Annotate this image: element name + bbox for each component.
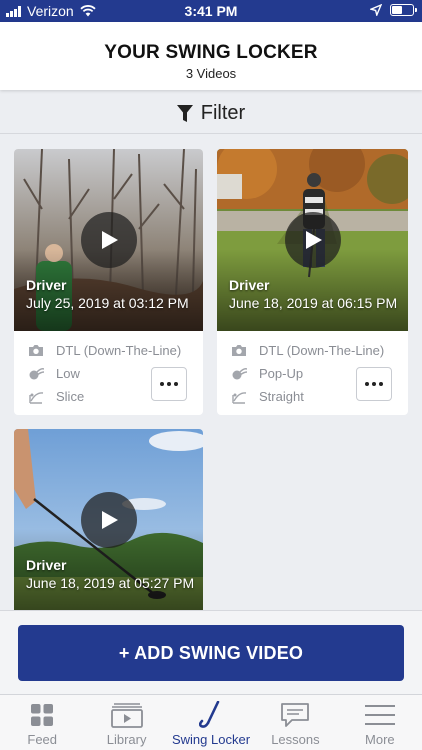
menu-icon (364, 700, 396, 730)
tab-lessons[interactable]: Lessons (253, 695, 337, 750)
library-icon (110, 700, 143, 730)
club-name: Driver (26, 277, 67, 293)
filter-label: Filter (200, 102, 246, 124)
tab-label: More (365, 732, 395, 747)
chat-icon (280, 700, 310, 730)
play-icon (101, 231, 118, 249)
status-bar: Verizon 3:41 PM (0, 0, 422, 22)
tab-library[interactable]: Library (84, 695, 168, 750)
more-options-button[interactable] (356, 367, 392, 401)
play-button[interactable] (80, 212, 137, 268)
video-date: July 25, 2019 at 03:12 PM (26, 295, 189, 311)
play-button[interactable] (80, 492, 137, 548)
camera-icon (28, 344, 44, 358)
page-title: YOUR SWING LOCKER (104, 42, 318, 63)
video-date: June 18, 2019 at 06:15 PM (229, 295, 398, 311)
more-options-button[interactable] (151, 367, 187, 401)
location-arrow-icon (370, 4, 382, 16)
play-button[interactable] (284, 212, 341, 268)
tab-label: Library (106, 732, 147, 747)
shot-shape-row: Straight (231, 389, 304, 404)
camera-view-row: DTL (Down-The-Line) (231, 343, 384, 358)
funnel-icon (176, 104, 193, 122)
tab-bar: Feed Library Swing Locker Lessons More (0, 694, 422, 750)
tab-label: Feed (27, 732, 58, 747)
trajectory: Low (56, 366, 80, 381)
tab-swing-locker[interactable]: Swing Locker (169, 695, 253, 750)
video-thumbnail[interactable]: Driver July 25, 2019 at 03:12 PM (14, 149, 203, 331)
video-card[interactable]: Driver June 18, 2019 at 05:27 PM (14, 429, 203, 610)
golf-club-icon (199, 700, 223, 730)
tab-feed[interactable]: Feed (0, 695, 84, 750)
play-icon (101, 511, 118, 529)
page-header: YOUR SWING LOCKER 3 Videos (0, 22, 422, 90)
shot-shape: Slice (56, 389, 85, 404)
shot-shape: Straight (259, 389, 304, 404)
club-name: Driver (26, 557, 67, 573)
camera-icon (231, 344, 247, 358)
add-video-bar: + ADD SWING VIDEO (0, 610, 422, 694)
video-count: 3 Videos (185, 66, 237, 81)
tab-label: Lessons (271, 732, 320, 747)
shot-shape-row: Slice (28, 389, 84, 404)
play-icon (305, 231, 322, 249)
ball-trajectory-icon (28, 367, 44, 381)
tab-more[interactable]: More (338, 695, 422, 750)
video-details: DTL (Down-The-Line) Low Slice (14, 331, 203, 415)
clock: 3:41 PM (184, 3, 238, 19)
video-thumbnail[interactable]: Driver June 18, 2019 at 06:15 PM (217, 149, 408, 331)
shot-shape-icon (231, 390, 247, 404)
video-thumbnail[interactable]: Driver June 18, 2019 at 05:27 PM (14, 429, 203, 610)
add-swing-video-button[interactable]: + ADD SWING VIDEO (18, 625, 404, 681)
camera-view-row: DTL (Down-The-Line) (28, 343, 181, 358)
tab-label: Swing Locker (171, 732, 251, 747)
filter-button[interactable]: Filter (0, 94, 422, 134)
shot-shape-icon (28, 390, 44, 404)
video-card[interactable]: Driver July 25, 2019 at 03:12 PM DTL (Do… (14, 149, 203, 415)
video-details: DTL (Down-The-Line) Pop-Up Straight (217, 331, 408, 415)
club-name: Driver (229, 277, 270, 293)
camera-view: DTL (Down-The-Line) (259, 343, 385, 358)
video-date: June 18, 2019 at 05:27 PM (26, 575, 195, 591)
ball-trajectory-icon (231, 367, 247, 381)
trajectory-row: Pop-Up (231, 366, 303, 381)
battery-icon (390, 4, 417, 16)
grid-icon (30, 700, 54, 730)
trajectory-row: Low (28, 366, 80, 381)
camera-view: DTL (Down-The-Line) (56, 343, 182, 358)
video-card[interactable]: Driver June 18, 2019 at 06:15 PM DTL (Do… (217, 149, 408, 415)
trajectory: Pop-Up (259, 366, 304, 381)
